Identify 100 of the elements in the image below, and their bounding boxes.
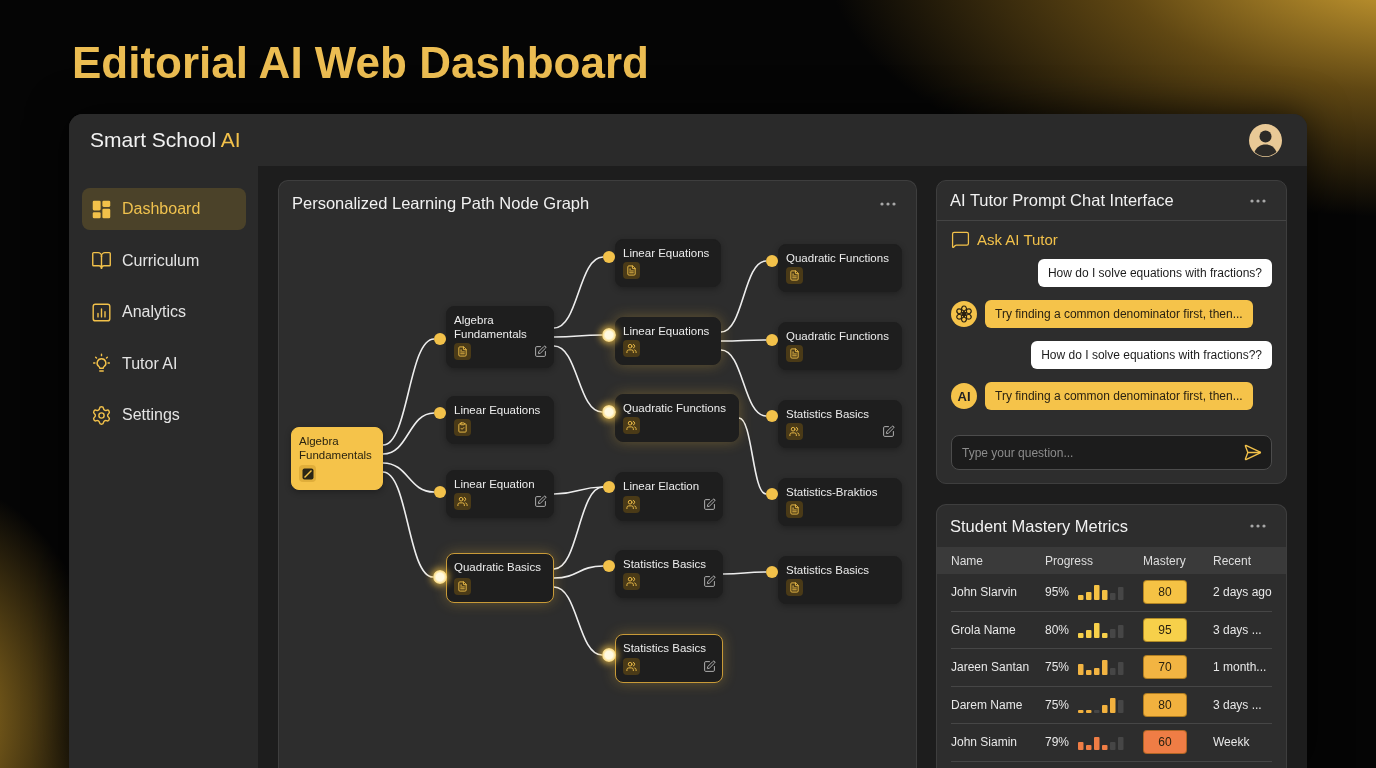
people-icon [623, 340, 640, 357]
student-name: Jareen Santan [951, 660, 1031, 675]
mastery-badge: 60 [1143, 730, 1187, 755]
more-icon[interactable] [1250, 524, 1266, 528]
progress-percent: 95% [1045, 585, 1070, 600]
people-icon [623, 496, 640, 513]
edit-icon[interactable] [882, 425, 895, 438]
progress-percent: 75% [1045, 697, 1070, 712]
ai-message: Try finding a common denominator first, then... [985, 382, 1253, 410]
node-title: Linear Equations [454, 403, 542, 417]
document-icon [786, 501, 803, 518]
settings-icon [91, 404, 112, 426]
ask-tutor-label: Ask AI Tutor [977, 230, 1058, 248]
document-icon [454, 578, 471, 595]
nav-item[interactable]: Curriculum [82, 239, 246, 282]
people-icon [623, 417, 640, 434]
node-title: Algebra Fundamentals [299, 434, 373, 462]
mastery-badge: 80 [1143, 692, 1187, 717]
node-title: Statistics Basics [623, 557, 708, 571]
node-title: Quadratic Functions [786, 251, 890, 265]
recent-activity: 2 days ago [1213, 585, 1272, 600]
bar-meter-icon [1078, 621, 1125, 638]
recent-activity: 1 month... [1213, 660, 1268, 675]
panel-title: Student Mastery Metrics [950, 516, 1128, 536]
connector-line [553, 345, 603, 413]
connector-line [722, 571, 767, 575]
node-title: Quadratic Functions [786, 329, 890, 343]
nav-item[interactable]: Dashboard [82, 188, 246, 230]
node-title: Linear Equations [623, 246, 711, 260]
edit-icon[interactable] [534, 345, 547, 358]
node-title: Linear Equations [623, 324, 711, 338]
brand-name: Smart School AI [90, 128, 241, 152]
document-icon [454, 343, 471, 360]
student-name: John Siamin [951, 735, 1019, 750]
recent-activity: Weekk [1213, 735, 1251, 750]
node-title: Statistics Basics [786, 407, 871, 421]
document-icon [786, 579, 803, 596]
student-name: John Slarvin [951, 585, 1019, 600]
nav-item[interactable]: Analytics [82, 291, 246, 333]
edit-icon[interactable] [703, 575, 716, 588]
chat-bubble-icon [951, 229, 970, 249]
document-icon [623, 262, 640, 279]
node-title: Statistics Basics [786, 563, 871, 577]
progress-percent: 79% [1045, 735, 1070, 750]
column-header: Mastery [1143, 553, 1187, 568]
nav-item[interactable]: Tutor AI [82, 342, 246, 385]
clipboard-icon [454, 419, 471, 436]
people-icon [454, 493, 471, 510]
node-title: Algebra Fundamentals [454, 313, 528, 341]
people-icon [623, 658, 640, 675]
recent-activity: 3 days ... [1213, 697, 1263, 712]
edit-square-icon [299, 465, 316, 482]
bar-meter-icon [1078, 734, 1125, 751]
people-icon [623, 573, 640, 590]
node-title: Statistics-Braktios [786, 485, 879, 499]
progress-percent: 80% [1045, 622, 1070, 637]
ai-message: Try finding a common denominator first, then... [985, 300, 1253, 328]
bar-meter-icon [1078, 584, 1125, 601]
more-icon[interactable] [1250, 198, 1266, 203]
column-header: Recent [1213, 553, 1253, 568]
user-message: How do I solve equations with fractions?? [1031, 341, 1272, 369]
bar-chart-icon [91, 301, 112, 323]
book-icon [91, 250, 112, 271]
nav-item[interactable]: Settings [82, 394, 246, 436]
send-icon[interactable] [1243, 443, 1262, 462]
document-icon [786, 267, 803, 284]
connector-line [720, 339, 767, 342]
panel-title: Personalized Learning Path Node Graph [292, 194, 590, 213]
progress-percent: 75% [1045, 660, 1070, 675]
bar-meter-icon [1078, 659, 1125, 676]
node-title: Statistics Basics [623, 641, 708, 655]
edit-icon[interactable] [703, 660, 716, 673]
node-title: Linear Elaction [623, 479, 701, 493]
lightbulb-icon [91, 353, 112, 374]
recent-activity: 3 days ... [1213, 622, 1263, 637]
question-input[interactable]: Type your question... [951, 435, 1272, 470]
node-title: Quadratic Functions [623, 401, 727, 415]
edit-icon[interactable] [703, 498, 716, 511]
knot-logo-icon [951, 301, 977, 327]
mastery-badge: 95 [1143, 617, 1187, 642]
bar-meter-icon [1078, 696, 1125, 713]
avatar-icon[interactable] [1249, 123, 1282, 157]
people-icon [786, 423, 803, 440]
mastery-badge: 70 [1143, 655, 1187, 680]
student-name: Darem Name [951, 697, 1024, 712]
column-header: Name [951, 553, 984, 568]
more-icon[interactable] [880, 201, 896, 206]
connector-line [553, 586, 603, 656]
dashboard-icon [91, 198, 112, 220]
document-icon [786, 345, 803, 362]
panel-title: AI Tutor Prompt Chat Interface [950, 191, 1174, 210]
node-title: Quadratic Basics [454, 560, 542, 574]
user-message: How do I solve equations with fractions? [1037, 259, 1272, 287]
ai-avatar: AI [951, 383, 977, 409]
student-name: Grola Name [951, 622, 1017, 637]
connector-line [553, 334, 603, 338]
page-title: Editorial AI Web Dashboard [71, 37, 650, 89]
node-title: Linear Equation [454, 477, 536, 491]
mastery-badge: 80 [1143, 580, 1187, 605]
edit-icon[interactable] [534, 495, 547, 508]
